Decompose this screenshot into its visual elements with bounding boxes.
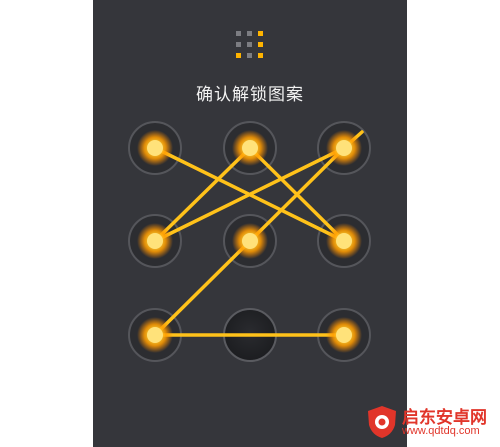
pattern-dot-core <box>147 233 163 249</box>
watermark: 启东安卓网 www.qdtdq.com <box>366 401 498 445</box>
shield-logo-icon <box>368 406 396 438</box>
pattern-dot-core <box>336 140 352 156</box>
watermark-url: www.qdtdq.com <box>402 425 480 437</box>
pattern-lock-area[interactable] <box>93 0 407 447</box>
pattern-dot-core <box>242 233 258 249</box>
pattern-dot-core <box>336 327 352 343</box>
pattern-dot-core <box>242 140 258 156</box>
pattern-dot-core <box>336 233 352 249</box>
lock-screen: 确认解锁图案 <box>93 0 407 447</box>
pattern-dot-core <box>147 140 163 156</box>
pattern-dot-core <box>147 327 163 343</box>
